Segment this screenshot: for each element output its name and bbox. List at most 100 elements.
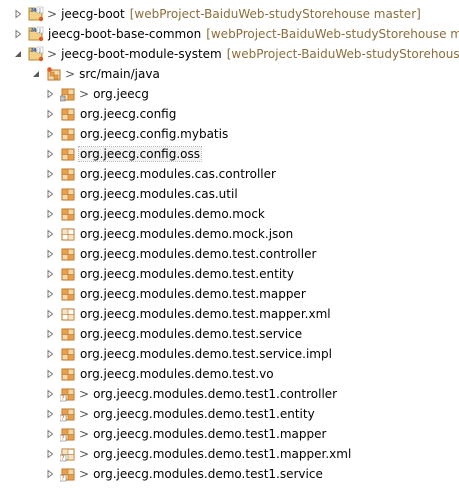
package-name: org.jeecg.modules.demo.test.mapper <box>80 287 306 301</box>
git-dirty-marker: > <box>79 427 90 441</box>
svg-text:?: ? <box>61 435 64 442</box>
package-empty-icon <box>60 226 76 242</box>
source-folder-src-main-java[interactable]: > src/main/java <box>0 64 459 84</box>
project-jeecg-boot-module-system[interactable]: M J > jeecg-boot-module-system [webProject-B… <box>0 44 459 64</box>
package-explorer-tree[interactable]: M J > jeecg-boot [webProject-BaiduWeb-studyS… <box>0 0 459 488</box>
expand-arrow-icon[interactable] <box>44 188 56 200</box>
package-item[interactable]: org.jeecg.modules.cas.util <box>0 184 459 204</box>
expand-arrow-icon[interactable] <box>44 128 56 140</box>
package-icon <box>60 326 76 342</box>
package-item[interactable]: org.jeecg.modules.demo.test.mapper.xml <box>0 304 459 324</box>
expand-arrow-icon[interactable] <box>44 228 56 240</box>
project-name: jeecg-boot <box>61 7 125 21</box>
expand-arrow-icon[interactable] <box>44 268 56 280</box>
package-icon <box>60 366 76 382</box>
git-dirty-marker: > <box>79 467 90 481</box>
package-icon <box>60 126 76 142</box>
package-name: org.jeecg.modules.demo.test.service.impl <box>80 347 332 361</box>
package-item[interactable]: org.jeecg.modules.demo.test.entity <box>0 264 459 284</box>
package-name: org.jeecg.modules.demo.test1.mapper <box>93 427 327 441</box>
package-item[interactable]: ? > org.jeecg.modules.demo.test1.mapper.xm… <box>0 444 459 464</box>
expand-arrow-icon[interactable] <box>44 468 56 480</box>
package-item[interactable]: org.jeecg.modules.demo.test.vo <box>0 364 459 384</box>
package-name: org.jeecg.modules.cas.controller <box>80 167 276 181</box>
expand-arrow-icon[interactable] <box>44 368 56 380</box>
package-icon <box>60 106 76 122</box>
package-icon <box>60 346 76 362</box>
package-icon <box>60 266 76 282</box>
expand-arrow-icon[interactable] <box>44 108 56 120</box>
collapse-arrow-icon[interactable] <box>30 68 42 80</box>
expand-arrow-icon[interactable] <box>44 388 56 400</box>
package-decorated-icon <box>60 86 76 102</box>
project-jeecg-boot-base-common[interactable]: M Jjeecg-boot-base-common [webProject-Baid… <box>0 24 459 44</box>
package-name: org.jeecg <box>93 87 149 101</box>
package-item[interactable]: org.jeecg.modules.demo.test.service.impl <box>0 344 459 364</box>
project-jeecg-boot[interactable]: M J > jeecg-boot [webProject-BaiduWeb-studyS… <box>0 4 459 24</box>
git-dirty-marker: > <box>47 7 58 21</box>
expand-arrow-icon[interactable] <box>44 308 56 320</box>
package-item[interactable]: org.jeecg.modules.demo.mock <box>0 204 459 224</box>
repository-label: [webProject-BaiduWeb-studyStorehouse mas… <box>129 7 421 21</box>
package-item[interactable]: org.jeecg.modules.demo.test.mapper <box>0 284 459 304</box>
expand-arrow-icon[interactable] <box>44 208 56 220</box>
project-name: jeecg-boot-base-common <box>48 27 202 41</box>
package-name: org.jeecg.modules.demo.test.service <box>80 327 303 341</box>
expand-arrow-icon[interactable] <box>44 348 56 360</box>
expand-arrow-icon[interactable] <box>44 148 56 160</box>
package-item[interactable]: org.jeecg.modules.cas.controller <box>0 164 459 184</box>
package-name: org.jeecg.modules.demo.test1.service <box>93 467 323 481</box>
svg-text:?: ? <box>61 455 64 462</box>
svg-text:J: J <box>38 28 40 34</box>
package-item[interactable]: ? > org.jeecg.modules.demo.test1.service <box>0 464 459 484</box>
maven-project-icon: MJ <box>28 26 44 42</box>
svg-text:?: ? <box>61 475 64 482</box>
package-icon <box>60 166 76 182</box>
package-item[interactable]: > org.jeecg <box>0 84 459 104</box>
expand-arrow-icon[interactable] <box>44 328 56 340</box>
svg-text:?: ? <box>61 395 64 402</box>
expand-arrow-icon[interactable] <box>12 8 24 20</box>
maven-project-icon: MJ <box>28 6 44 22</box>
svg-text:J: J <box>38 48 40 54</box>
package-untracked-icon: ? <box>60 426 76 442</box>
expand-arrow-icon[interactable] <box>44 288 56 300</box>
collapse-arrow-icon[interactable] <box>12 48 24 60</box>
expand-arrow-icon[interactable] <box>12 28 24 40</box>
package-item[interactable]: org.jeecg.modules.demo.test.service <box>0 324 459 344</box>
package-icon <box>60 146 76 162</box>
package-name: org.jeecg.modules.demo.test1.mapper.xml <box>93 447 352 461</box>
package-item[interactable]: ? > org.jeecg.modules.demo.test1.entity <box>0 404 459 424</box>
package-item[interactable]: org.jeecg.config.oss <box>0 144 459 164</box>
svg-text:M: M <box>31 28 36 34</box>
package-item[interactable]: ? > org.jeecg.modules.demo.test1.mapper <box>0 424 459 444</box>
expand-arrow-icon[interactable] <box>44 88 56 100</box>
svg-text:M: M <box>31 48 36 54</box>
expand-arrow-icon[interactable] <box>44 248 56 260</box>
svg-text:M: M <box>31 8 36 14</box>
package-item[interactable]: org.jeecg.config <box>0 104 459 124</box>
source-folder-name: src/main/java <box>79 67 160 81</box>
git-dirty-marker: > <box>79 447 90 461</box>
expand-arrow-icon[interactable] <box>44 408 56 420</box>
package-item[interactable]: org.jeecg.modules.demo.mock.json <box>0 224 459 244</box>
expand-arrow-icon[interactable] <box>44 448 56 460</box>
package-name: org.jeecg.modules.demo.test.entity <box>80 267 294 281</box>
package-name: org.jeecg.modules.demo.test.controller <box>80 247 317 261</box>
package-item[interactable]: ? > org.jeecg.modules.demo.test1.controlle… <box>0 384 459 404</box>
package-icon <box>60 186 76 202</box>
expand-arrow-icon[interactable] <box>44 168 56 180</box>
package-untracked-icon: ? <box>60 386 76 402</box>
git-dirty-marker: > <box>65 67 76 81</box>
source-folder-icon <box>46 66 62 82</box>
package-name: org.jeecg.modules.demo.test1.controller <box>93 387 338 401</box>
expand-arrow-icon[interactable] <box>44 428 56 440</box>
svg-text:?: ? <box>61 415 64 422</box>
package-name: org.jeecg.modules.cas.util <box>80 187 238 201</box>
repository-label: [webProject-BaiduWeb-studyStorehouse <box>226 47 459 61</box>
package-item[interactable]: org.jeecg.modules.demo.test.controller <box>0 244 459 264</box>
package-item[interactable]: org.jeecg.config.mybatis <box>0 124 459 144</box>
package-untracked-icon: ? <box>60 466 76 482</box>
package-name: org.jeecg.modules.demo.mock <box>80 207 265 221</box>
package-name: org.jeecg.config.mybatis <box>80 127 229 141</box>
